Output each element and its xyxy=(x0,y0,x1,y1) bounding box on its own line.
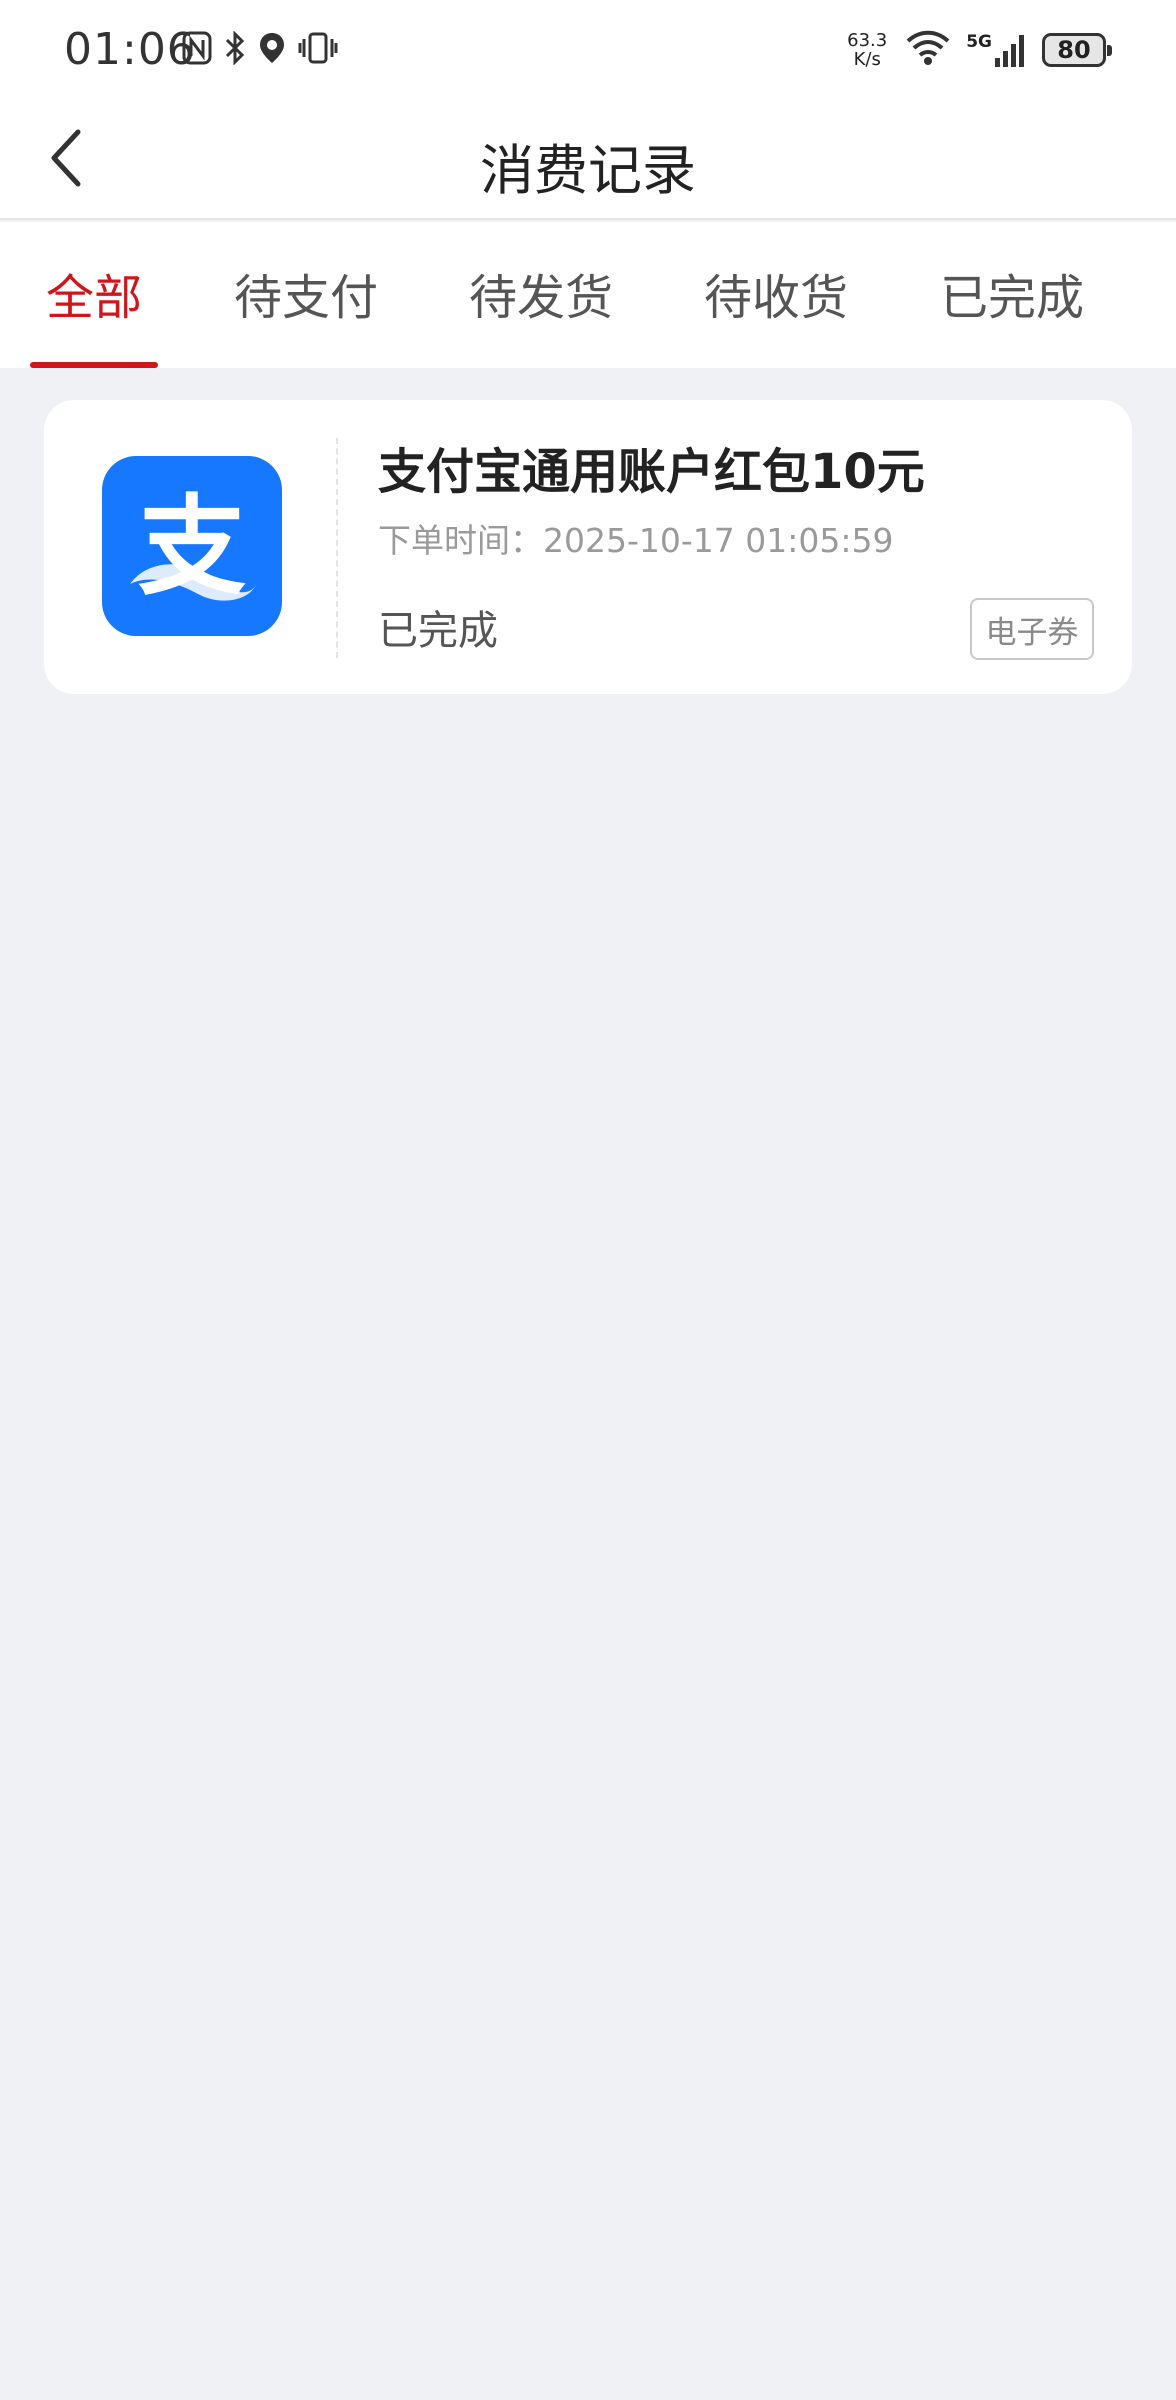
nfc-icon xyxy=(182,31,212,69)
order-status: 已完成 xyxy=(378,608,498,654)
network-type: 5G xyxy=(966,32,992,52)
wifi-icon xyxy=(904,29,952,71)
tab-active-indicator xyxy=(30,362,158,368)
tab-pending-payment[interactable]: 待支付 xyxy=(226,258,386,368)
vibrate-icon xyxy=(298,31,338,69)
nav-bar: 消费记录 xyxy=(0,100,1176,220)
tab-label: 全部 xyxy=(45,270,142,326)
order-time-value: 2025-10-17 01:05:59 xyxy=(543,521,894,560)
location-icon xyxy=(258,31,286,69)
net-speed-value: 63.3 xyxy=(847,30,888,51)
order-type-badge: 电子券 xyxy=(970,598,1094,660)
status-right-icons: 63.3 K/s 5G 80 xyxy=(844,26,1112,74)
order-time-label: 下单时间： xyxy=(378,521,543,560)
signal-icon: 5G xyxy=(966,32,1028,68)
page-title: 消费记录 xyxy=(480,139,696,202)
status-time: 01:06 xyxy=(64,24,196,75)
order-card[interactable]: 支 支付宝通用账户红包10元 下单时间：2025-10-17 01:05:59 … xyxy=(44,400,1132,694)
tab-label: 待发货 xyxy=(468,270,613,326)
tab-all[interactable]: 全部 xyxy=(30,258,158,368)
tab-label: 待收货 xyxy=(703,270,848,326)
net-speed-unit: K/s xyxy=(853,49,881,70)
battery-icon: 80 xyxy=(1042,33,1112,67)
tab-label: 待支付 xyxy=(233,270,378,326)
tab-bar: 全部 待支付 待发货 待收货 已完成 xyxy=(0,222,1176,368)
tab-completed[interactable]: 已完成 xyxy=(932,258,1092,368)
battery-level: 80 xyxy=(1057,36,1091,64)
status-bar: 01:06 63.3 K/s 5G 80 xyxy=(0,0,1176,100)
tab-pending-shipment[interactable]: 待发货 xyxy=(461,258,621,368)
alipay-logo-icon: 支 xyxy=(102,456,282,636)
bluetooth-icon xyxy=(224,30,246,69)
card-divider xyxy=(336,438,338,658)
net-speed: 63.3 K/s xyxy=(844,31,890,69)
tab-label: 已完成 xyxy=(939,270,1084,326)
status-left-icons xyxy=(182,30,338,70)
order-time: 下单时间：2025-10-17 01:05:59 xyxy=(378,514,893,562)
order-title: 支付宝通用账户红包10元 xyxy=(378,444,925,500)
tab-pending-receipt[interactable]: 待收货 xyxy=(696,258,856,368)
